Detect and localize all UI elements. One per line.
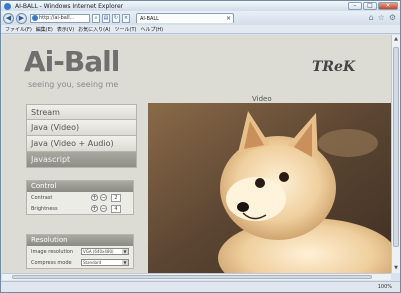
menu-view[interactable]: 表示(V)	[57, 26, 74, 33]
tab-close-icon[interactable]: ×	[226, 15, 231, 22]
close-button[interactable]: ×	[378, 2, 398, 10]
compress-mode-value: Standard	[83, 260, 102, 265]
image-resolution-select[interactable]: VGA (640x480) ▼	[81, 248, 129, 255]
contrast-value: 2	[111, 193, 121, 202]
stop-icon[interactable]: ×	[122, 13, 130, 23]
logo-tagline: seeing you, seeing me	[28, 80, 119, 89]
compress-mode-row: Compress mode Standard ▼	[27, 257, 133, 268]
compress-mode-label: Compress mode	[31, 259, 72, 266]
resolution-panel-title: Resolution	[27, 235, 133, 246]
horizontal-scrollbar[interactable]	[2, 273, 391, 280]
forward-icon[interactable]: ▶	[16, 12, 27, 24]
menu-favorites[interactable]: お気に入り(A)	[78, 26, 110, 33]
stream-nav: Stream Java (Video) Java (Video + Audio)…	[26, 104, 137, 168]
horizontal-scroll-thumb[interactable]	[12, 275, 372, 279]
contrast-label: Contrast	[31, 194, 53, 201]
compat-view-icon[interactable]: ▤	[102, 13, 110, 23]
chevron-down-icon: ▼	[122, 260, 128, 265]
minimize-button[interactable]: –	[348, 2, 362, 10]
aiball-logo: Ai-Ball	[24, 45, 120, 78]
contrast-increase-icon[interactable]: +	[91, 194, 98, 201]
control-panel-title: Control	[27, 181, 133, 192]
menu-help[interactable]: ヘルプ(H)	[140, 26, 163, 33]
scroll-down-icon[interactable]: ▼	[393, 265, 399, 271]
vertical-scrollbar[interactable]: ▲ ▼	[391, 35, 400, 273]
tools-gear-icon[interactable]: ⚙	[389, 13, 396, 22]
window-title: AI-BALL - Windows Internet Explorer	[15, 2, 124, 10]
video-stream	[148, 103, 391, 273]
brightness-value: 4	[111, 204, 121, 213]
dog-video-frame	[148, 103, 391, 273]
nav-java-video[interactable]: Java (Video)	[26, 120, 137, 136]
menu-file[interactable]: ファイル(F)	[5, 26, 32, 33]
search-icon[interactable]: ⌕	[92, 13, 100, 23]
video-label: Video	[252, 95, 272, 103]
brightness-label: Brightness	[31, 205, 58, 212]
contrast-decrease-icon[interactable]: −	[100, 194, 107, 201]
brightness-increase-icon[interactable]: +	[91, 205, 98, 212]
menu-bar: ファイル(F) 編集(E) 表示(V) お気に入り(A) ツール(T) ヘルプ(…	[1, 25, 400, 34]
page-viewport: Ai-Ball seeing you, seeing me TReK Strea…	[2, 35, 391, 273]
trek-logo: TReK	[312, 59, 356, 75]
address-url: http://ai-ball...	[39, 15, 75, 21]
page-icon	[32, 15, 38, 21]
nav-java-video-audio[interactable]: Java (Video + Audio)	[26, 136, 137, 152]
back-icon[interactable]: ◀	[3, 12, 14, 24]
scroll-up-icon[interactable]: ▲	[393, 36, 399, 42]
menu-edit[interactable]: 編集(E)	[36, 26, 53, 33]
home-icon[interactable]: ⌂	[369, 13, 374, 22]
maximize-button[interactable]: □	[363, 2, 377, 10]
resolution-panel: Resolution Image resolution VGA (640x480…	[26, 234, 134, 269]
nav-javascript[interactable]: Javascript	[26, 152, 137, 168]
vertical-scroll-thumb[interactable]	[393, 47, 399, 247]
ie-app-icon	[4, 2, 11, 10]
image-resolution-label: Image resolution	[31, 248, 74, 255]
chevron-down-icon: ▼	[122, 249, 128, 254]
control-panel: Control Contrast + − 2 Brightness + − 4	[26, 180, 134, 215]
navigation-bar: ◀ ▶ http://ai-ball... ⌕ ▤ ↻ × AI-BALL × …	[1, 11, 400, 25]
nav-stream[interactable]: Stream	[26, 104, 137, 120]
contrast-row: Contrast + − 2	[27, 192, 133, 203]
address-bar[interactable]: http://ai-ball...	[30, 13, 90, 23]
browser-tab[interactable]: AI-BALL ×	[136, 13, 234, 23]
image-resolution-row: Image resolution VGA (640x480) ▼	[27, 246, 133, 257]
refresh-icon[interactable]: ↻	[112, 13, 120, 23]
brightness-decrease-icon[interactable]: −	[100, 205, 107, 212]
menu-tools[interactable]: ツール(T)	[115, 26, 137, 33]
image-resolution-value: VGA (640x480)	[83, 249, 114, 254]
browser-window: AI-BALL - Windows Internet Explorer – □ …	[0, 0, 401, 293]
tab-title: AI-BALL	[140, 15, 159, 22]
zoom-level[interactable]: 100%	[378, 284, 392, 290]
brightness-row: Brightness + − 4	[27, 203, 133, 214]
favorites-star-icon[interactable]: ☆	[378, 13, 385, 22]
compress-mode-select[interactable]: Standard ▼	[81, 259, 129, 266]
status-bar: 100%	[1, 281, 400, 292]
title-bar: AI-BALL - Windows Internet Explorer – □ …	[1, 1, 400, 11]
